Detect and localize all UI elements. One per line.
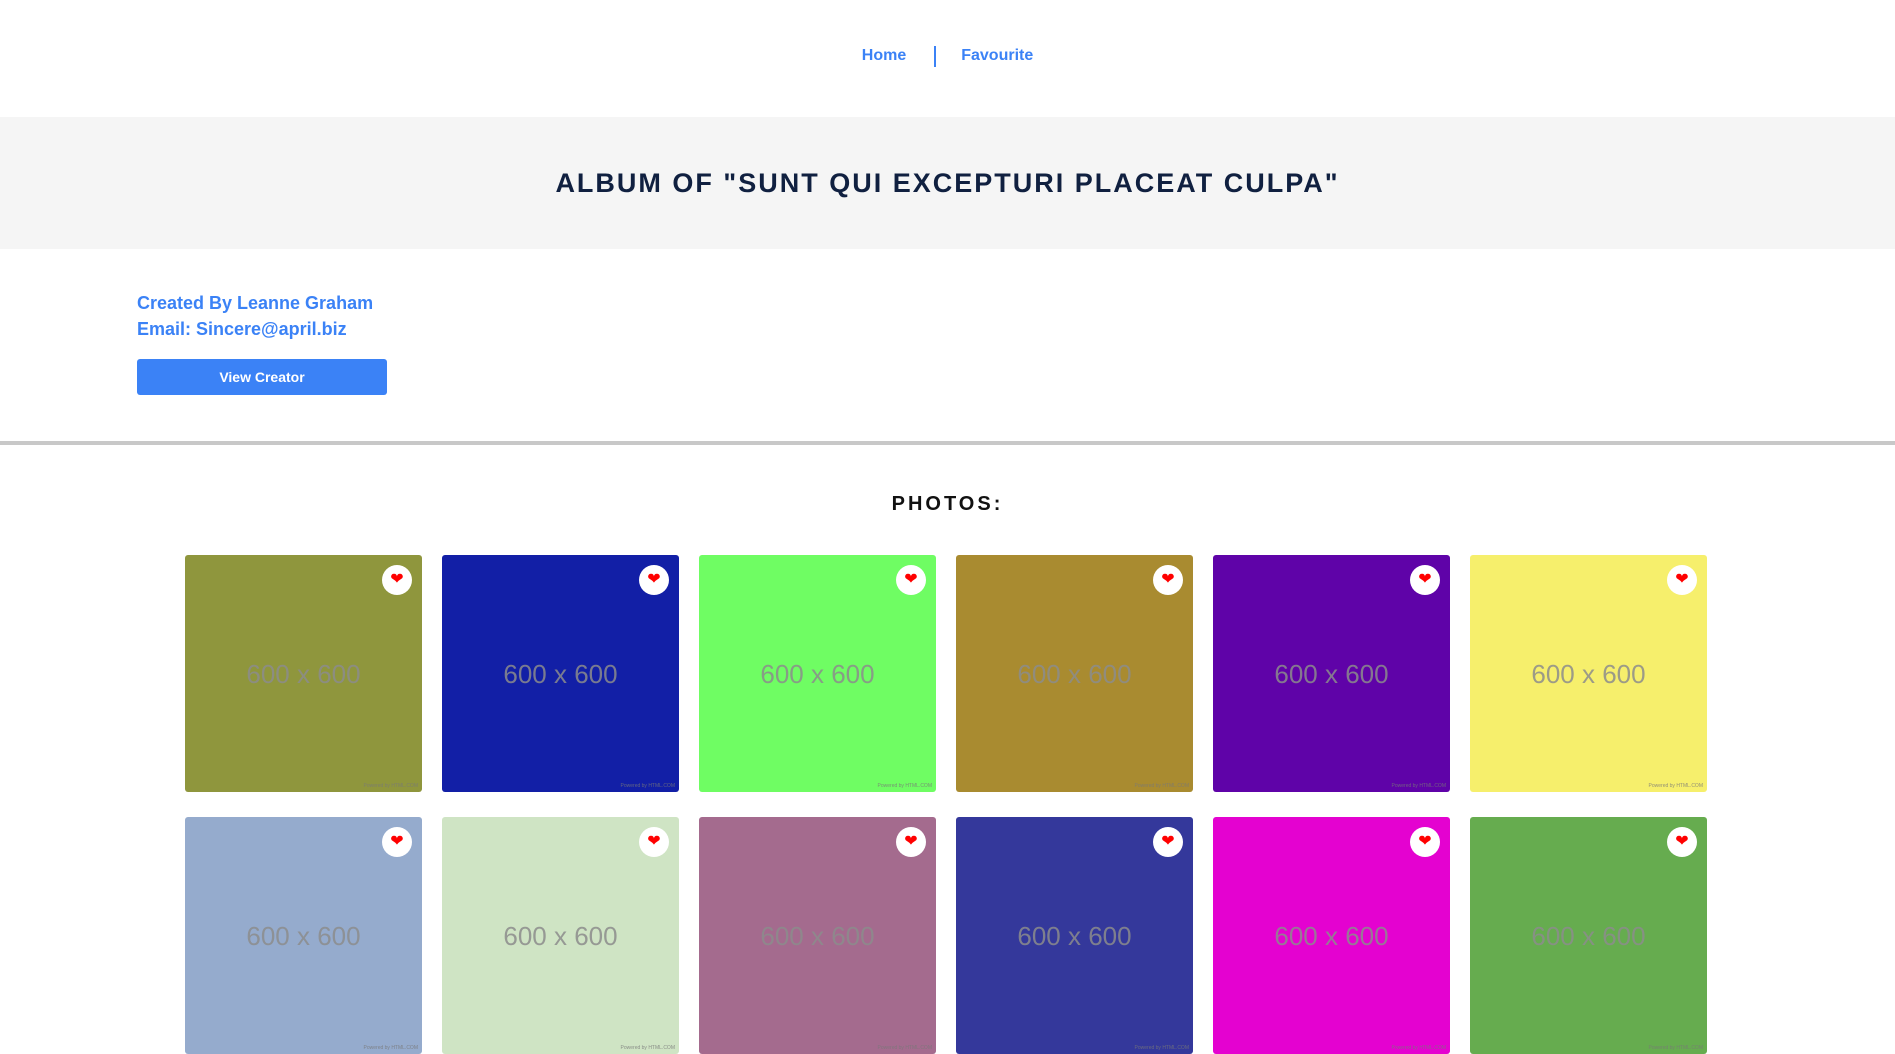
photo-placeholder-text: 600 x 600 xyxy=(1017,659,1132,689)
powered-by-text: Powered by HTML.COM xyxy=(1648,1045,1703,1051)
nav-separator xyxy=(934,46,937,67)
view-creator-button[interactable]: View Creator xyxy=(137,359,387,395)
photo-card[interactable]: 600 x 600 ❤ Powered by HTML.COM xyxy=(956,555,1193,792)
favourite-heart-icon[interactable]: ❤ xyxy=(382,827,412,857)
favourite-heart-icon[interactable]: ❤ xyxy=(639,565,669,595)
photos-heading: PHOTOS: xyxy=(891,493,1004,515)
photo-card[interactable]: 600 x 600 ❤ Powered by HTML.COM xyxy=(442,817,679,1054)
powered-by-text: Powered by HTML.COM xyxy=(1391,1045,1446,1051)
creator-email: Email: Sincere@april.biz xyxy=(137,319,347,339)
album-title-band: ALBUM OF "SUNT QUI EXCEPTURI PLACEAT CUL… xyxy=(0,117,1895,249)
photo-placeholder-text: 600 x 600 xyxy=(503,921,618,951)
photo-card[interactable]: 600 x 600 ❤ Powered by HTML.COM xyxy=(956,817,1193,1054)
favourite-heart-icon[interactable]: ❤ xyxy=(1410,827,1440,857)
powered-by-text: Powered by HTML.COM xyxy=(1648,783,1703,789)
favourite-heart-icon[interactable]: ❤ xyxy=(896,827,926,857)
favourite-heart-icon[interactable]: ❤ xyxy=(1667,565,1697,595)
photo-placeholder-text: 600 x 600 xyxy=(246,921,361,951)
powered-by-text: Powered by HTML.COM xyxy=(877,1045,932,1051)
powered-by-text: Powered by HTML.COM xyxy=(363,783,418,789)
photo-placeholder-text: 600 x 600 xyxy=(1531,659,1646,689)
favourite-heart-icon[interactable]: ❤ xyxy=(382,565,412,595)
photo-card[interactable]: 600 x 600 ❤ Powered by HTML.COM xyxy=(699,817,936,1054)
photo-placeholder-text: 600 x 600 xyxy=(760,921,875,951)
powered-by-text: Powered by HTML.COM xyxy=(1134,1045,1189,1051)
powered-by-text: Powered by HTML.COM xyxy=(620,783,675,789)
photo-card[interactable]: 600 x 600 ❤ Powered by HTML.COM xyxy=(185,817,422,1054)
favourite-heart-icon[interactable]: ❤ xyxy=(896,565,926,595)
photo-card[interactable]: 600 x 600 ❤ Powered by HTML.COM xyxy=(442,555,679,792)
nav-favourite-link[interactable]: Favourite xyxy=(961,46,1033,66)
photo-placeholder-text: 600 x 600 xyxy=(1274,921,1389,951)
favourite-heart-icon[interactable]: ❤ xyxy=(1410,565,1440,595)
photo-placeholder-text: 600 x 600 xyxy=(246,659,361,689)
photo-card[interactable]: 600 x 600 ❤ Powered by HTML.COM xyxy=(1470,817,1707,1054)
powered-by-text: Powered by HTML.COM xyxy=(1391,783,1446,789)
top-nav: Home Favourite xyxy=(0,0,1895,117)
nav-home-link[interactable]: Home xyxy=(862,46,906,66)
powered-by-text: Powered by HTML.COM xyxy=(363,1045,418,1051)
favourite-heart-icon[interactable]: ❤ xyxy=(639,827,669,857)
powered-by-text: Powered by HTML.COM xyxy=(877,783,932,789)
photo-card[interactable]: 600 x 600 ❤ Powered by HTML.COM xyxy=(1213,817,1450,1054)
powered-by-text: Powered by HTML.COM xyxy=(1134,783,1189,789)
photo-grid: 600 x 600 ❤ Powered by HTML.COM 600 x 600 ❤ P… xyxy=(185,555,1708,1054)
photo-card[interactable]: 600 x 600 ❤ Powered by HTML.COM xyxy=(699,555,936,792)
powered-by-text: Powered by HTML.COM xyxy=(620,1045,675,1051)
photo-placeholder-text: 600 x 600 xyxy=(760,659,875,689)
creator-name: Created By Leanne Graham xyxy=(137,293,374,313)
photo-placeholder-text: 600 x 600 xyxy=(1017,921,1132,951)
favourite-heart-icon[interactable]: ❤ xyxy=(1153,565,1183,595)
photo-card[interactable]: 600 x 600 ❤ Powered by HTML.COM xyxy=(185,555,422,792)
photo-placeholder-text: 600 x 600 xyxy=(1274,659,1389,689)
photo-placeholder-text: 600 x 600 xyxy=(503,659,618,689)
photo-card[interactable]: 600 x 600 ❤ Powered by HTML.COM xyxy=(1213,555,1450,792)
photo-placeholder-text: 600 x 600 xyxy=(1531,921,1646,951)
creator-section: Created By Leanne Graham Email: Sincere@… xyxy=(0,249,1895,441)
album-title: ALBUM OF "SUNT QUI EXCEPTURI PLACEAT CUL… xyxy=(555,167,1340,198)
photo-card[interactable]: 600 x 600 ❤ Powered by HTML.COM xyxy=(1470,555,1707,792)
favourite-heart-icon[interactable]: ❤ xyxy=(1153,827,1183,857)
favourite-heart-icon[interactable]: ❤ xyxy=(1667,827,1697,857)
